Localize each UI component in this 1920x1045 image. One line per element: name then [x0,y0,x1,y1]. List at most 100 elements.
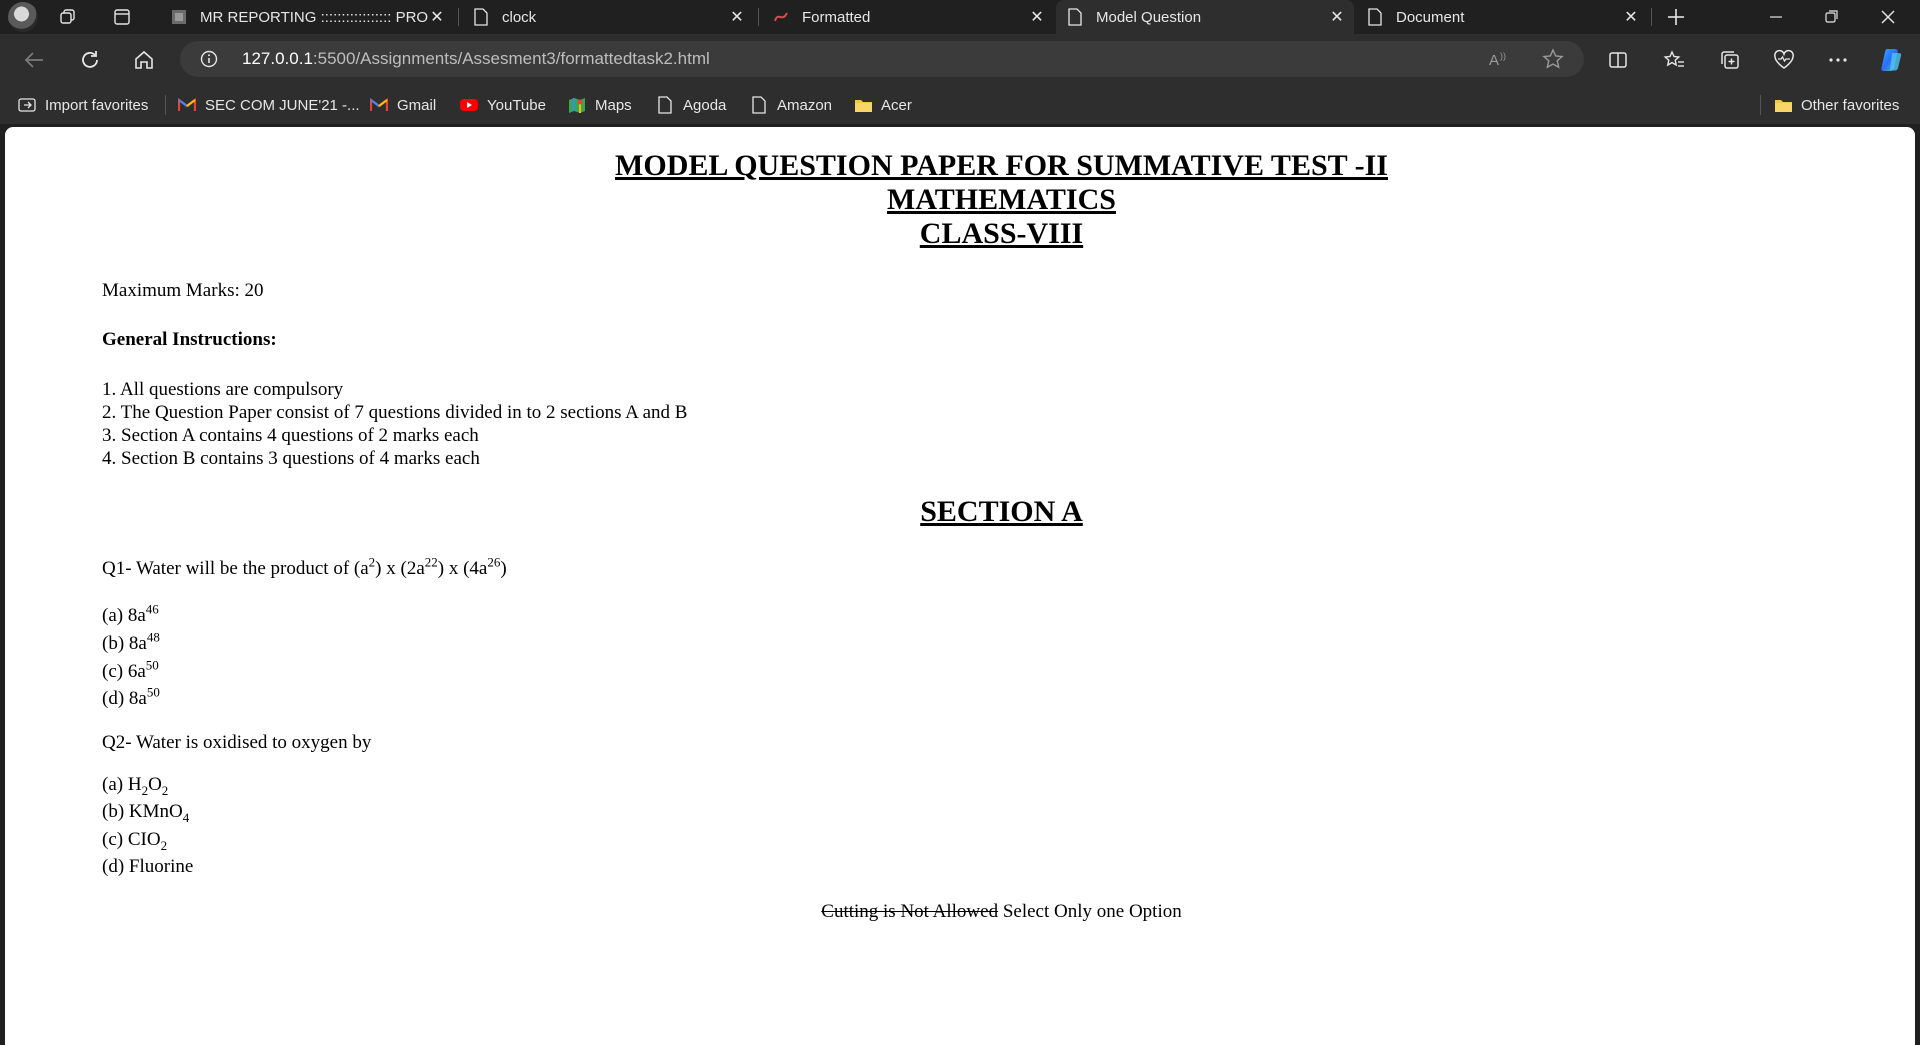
option-exponent: 50 [146,684,160,700]
option-text: (c) CIO [102,829,161,850]
collections-button[interactable] [1714,44,1746,76]
q2-option-a: (a) H2O2 [102,773,168,797]
copilot-button[interactable] [1876,44,1908,76]
profile-avatar[interactable] [8,2,38,32]
workspaces-icon[interactable] [58,7,78,27]
tab-close-icon[interactable]: ✕ [428,8,446,26]
maps-icon [568,96,586,114]
tab-actions-icon[interactable] [112,7,132,27]
favorites-list-icon [1663,50,1684,67]
note-text: Select Only one Option [998,901,1182,922]
tab-mr-reporting[interactable]: MR REPORTING ::::::::::::::::: PROCE ✕ [160,0,454,34]
option-text: (d) 8a [102,688,147,709]
tab-document[interactable]: Document ✕ [1356,0,1648,34]
option-text: O [148,774,162,795]
q1-option-c: (c) 6a50 [102,659,159,683]
question-2: Q2- Water is oxidised to oxygen by [102,732,372,753]
q1-text: ) x (4a [437,558,488,579]
option-text: (a) 8a [102,605,146,626]
import-icon [18,96,36,114]
minimize-icon [1770,16,1782,18]
close-window-button[interactable] [1860,0,1916,34]
tab-title: Document [1396,8,1465,26]
page-icon [750,96,768,114]
answer-note: Cutting is Not Allowed Select Only one O… [5,901,1915,923]
tab-clock[interactable]: clock ✕ [462,0,754,34]
bookmark-acer[interactable]: Acer [854,95,912,115]
restore-button[interactable] [1804,0,1860,34]
new-tab-button[interactable] [1648,0,1704,34]
q2-option-d: (d) Fluorine [102,856,194,877]
tab-title: MR REPORTING ::::::::::::::::: PROCE [200,8,428,26]
back-button[interactable] [18,44,50,76]
q1-option-d: (d) 8a50 [102,684,160,710]
tab-title: Model Question [1096,8,1202,26]
bookmark-amazon[interactable]: Amazon [750,95,832,115]
folder-icon [1774,96,1792,114]
bookmark-agoda[interactable]: Agoda [656,95,726,115]
refresh-icon [82,51,98,68]
heart-pulse-icon [1774,49,1794,69]
url-path: :5500/Assignments/Assesment3/formattedta… [312,49,710,68]
tab-formatted[interactable]: Formatted ✕ [762,0,1054,34]
tab-close-icon[interactable]: ✕ [1622,8,1640,26]
copilot-icon [1881,49,1902,71]
split-screen-button[interactable] [1602,44,1634,76]
home-button[interactable] [128,44,160,76]
bookmark-sec-com[interactable]: SEC COM JUNE'21 -... [178,95,360,115]
bookmark-gmail[interactable]: Gmail [370,95,436,115]
bookmark-label: Import favorites [45,96,149,114]
instruction-item: 1. All questions are compulsory [102,379,344,400]
tabstrip-left-controls [8,0,166,34]
favorites-button[interactable] [1658,44,1690,76]
tab-close-icon[interactable]: ✕ [1028,8,1046,26]
page-icon [656,96,674,114]
option-exponent: 48 [146,629,160,645]
more-options-button[interactable] [1822,44,1854,76]
site-info-icon[interactable] [200,50,218,68]
page-title: MODEL QUESTION PAPER FOR SUMMATIVE TEST … [5,149,1915,251]
bookmark-import-favorites[interactable]: Import favorites [18,95,148,115]
tab-separator [458,8,459,26]
bookmark-separator [165,95,166,115]
option-text: (b) KMnO [102,801,183,822]
tab-model-question[interactable]: Model Question ✕ [1056,0,1354,34]
bookmark-label: Maps [595,96,632,114]
instructions-heading: General Instructions: [102,329,277,350]
page-icon [1066,8,1084,26]
read-aloud-icon[interactable]: A)) [1488,49,1510,69]
refresh-button[interactable] [74,44,106,76]
question-1: Q1- Water will be the product of (a2) x … [102,556,507,580]
section-a-title: SECTION A [920,495,1083,528]
title-line: CLASS-VIII [919,217,1084,250]
tab-close-icon[interactable]: ✕ [1328,8,1346,26]
instruction-item: 3. Section A contains 4 questions of 2 m… [102,425,479,446]
bookmark-label: Amazon [777,96,833,114]
gmail-icon [370,96,388,114]
browser-essentials-button[interactable] [1768,44,1800,76]
svg-text:)): )) [1500,51,1506,61]
bookmark-maps[interactable]: Maps [568,95,632,115]
instruction-item: 2. The Question Paper consist of 7 quest… [102,402,688,423]
minimize-button[interactable] [1748,0,1804,34]
bookmark-other-favorites[interactable]: Other favorites [1774,95,1899,115]
option-exponent: 46 [145,601,159,617]
option-text: (b) 8a [102,633,147,654]
tab-separator [758,8,759,26]
tab-close-icon[interactable]: ✕ [728,8,746,26]
back-arrow-icon [24,52,43,68]
page-viewport: MODEL QUESTION PAPER FOR SUMMATIVE TEST … [5,127,1915,1045]
browser-toolbar: 127.0.0.1:5500/Assignments/Assesment3/fo… [0,34,1920,86]
favorite-star-icon[interactable] [1542,48,1564,70]
split-screen-icon [1609,52,1627,68]
tab-title: clock [502,8,537,26]
instruction-item: 4. Section B contains 3 questions of 4 m… [102,448,480,469]
bookmark-label: Agoda [683,96,727,114]
q2-option-b: (b) KMnO4 [102,800,189,824]
ellipsis-icon [1829,58,1847,62]
bookmark-youtube[interactable]: YouTube [460,95,546,115]
q1-option-b: (b) 8a48 [102,629,160,655]
url-text[interactable]: 127.0.0.1:5500/Assignments/Assesment3/fo… [242,49,710,69]
address-bar[interactable]: 127.0.0.1:5500/Assignments/Assesment3/fo… [180,41,1584,77]
home-icon [135,50,153,69]
